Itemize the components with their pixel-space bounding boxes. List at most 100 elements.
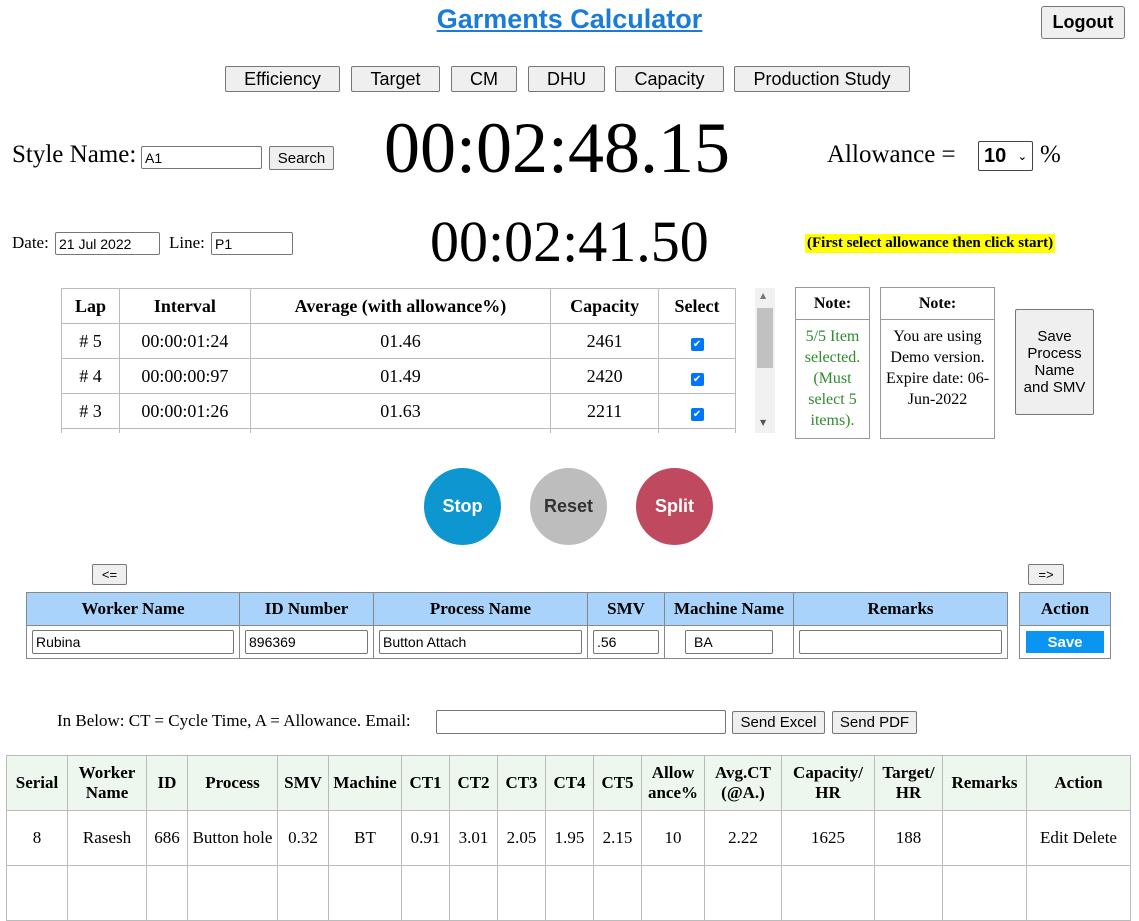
lap-average: 01.46 [249, 323, 552, 359]
line-input[interactable]: P1 [211, 232, 293, 255]
machine-name-input[interactable]: BA [685, 630, 773, 654]
next-button[interactable]: => [1028, 564, 1064, 585]
records-header-allowance: Allow ance% [641, 755, 705, 811]
send-pdf-button[interactable]: Send PDF [832, 711, 917, 734]
header-action: Action [1019, 592, 1111, 626]
save-process-button[interactable]: Save Process Name and SMV [1015, 309, 1094, 415]
records-header-machine: Machine [328, 755, 402, 811]
lap-select-checkbox[interactable]: ✔ [658, 358, 736, 394]
tab-efficiency[interactable]: Efficiency [225, 66, 340, 92]
email-label: In Below: CT = Cycle Time, A = Allowance… [57, 711, 411, 730]
record-id: 686 [146, 810, 188, 866]
record-ct2: 3.01 [449, 810, 498, 866]
id-number-input[interactable]: 896369 [245, 630, 368, 654]
header-id-number: ID Number [239, 592, 374, 626]
table-row: # 4 00:00:00:97 01.49 2420 ✔ [61, 358, 736, 394]
lap-capacity: 2461 [550, 323, 660, 359]
record-target: 188 [874, 810, 943, 866]
record-machine: BT [328, 810, 402, 866]
tab-cm[interactable]: CM [451, 66, 517, 92]
header-worker-name: Worker Name [26, 592, 240, 626]
lap-average: 01.49 [249, 358, 552, 394]
tab-production-study[interactable]: Production Study [734, 66, 910, 92]
lap-number: # 4 [61, 358, 120, 394]
record-actions: Edit Delete [1026, 810, 1131, 866]
record-avg-ct: 2.22 [704, 810, 782, 866]
logout-button[interactable]: Logout [1041, 6, 1125, 39]
remarks-input[interactable] [799, 630, 1002, 654]
header-remarks: Remarks [793, 592, 1008, 626]
allowance-hint: (First select allowance then click start… [805, 234, 1056, 253]
record-ct5: 2.15 [593, 810, 642, 866]
prev-button[interactable]: <= [92, 564, 127, 585]
allowance-select[interactable]: 10 ⌄ [978, 141, 1033, 171]
records-header-remarks: Remarks [942, 755, 1027, 811]
record-ct1: 0.91 [401, 810, 450, 866]
date-label: Date: [12, 233, 49, 252]
chevron-down-icon: ⌄ [1017, 149, 1027, 163]
table-row: # 5 00:00:01:24 01.46 2461 ✔ [61, 323, 736, 359]
worker-action-table: Action Save [1019, 592, 1111, 659]
checkmark-icon: ✔ [690, 337, 704, 351]
laps-table-container: Lap Interval Average (with allowance%) C… [61, 288, 736, 433]
checkmark-icon: ✔ [690, 372, 704, 386]
laps-table: Lap Interval Average (with allowance%) C… [61, 288, 736, 433]
records-header-ct5: CT5 [593, 755, 642, 811]
lap-interval: 00:00:00:97 [118, 358, 251, 394]
laps-header-interval: Interval [118, 288, 251, 324]
records-header-ct4: CT4 [545, 755, 594, 811]
allowance-label: Allowance = [827, 141, 956, 168]
scrollbar-thumb[interactable] [757, 308, 773, 368]
tab-target[interactable]: Target [351, 66, 440, 92]
worker-form-table: Worker Name ID Number Process Name SMV M… [26, 592, 1008, 659]
record-process: Button hole [187, 810, 278, 866]
header-machine-name: Machine Name [664, 592, 794, 626]
table-row: 8 Rasesh 686 Button hole 0.32 BT 0.91 3.… [6, 810, 1131, 866]
note-text: 5/5 Item selected. (Must select 5 items)… [804, 328, 861, 429]
scroll-up-icon[interactable]: ▲ [760, 291, 766, 300]
send-excel-button[interactable]: Send Excel [732, 711, 825, 734]
scroll-down-icon[interactable]: ▼ [760, 418, 766, 427]
lap-number: # 3 [61, 393, 120, 429]
search-button[interactable]: Search [269, 146, 334, 170]
save-button[interactable]: Save [1026, 631, 1104, 653]
lap-average: 01.63 [249, 393, 552, 429]
record-capacity: 1625 [781, 810, 875, 866]
record-ct3: 2.05 [497, 810, 546, 866]
records-header-target: Target/ HR [874, 755, 943, 811]
header-process-name: Process Name [373, 592, 588, 626]
main-timer: 00:02:48.15 [384, 108, 731, 188]
record-ct4: 1.95 [545, 810, 594, 866]
process-name-input[interactable]: Button Attach [379, 630, 582, 654]
record-remarks [942, 810, 1027, 866]
tab-dhu[interactable]: DHU [528, 66, 605, 92]
date-input[interactable]: 21 Jul 2022 [55, 232, 160, 255]
records-header-smv: SMV [277, 755, 329, 811]
allowance-value: 10 [984, 144, 1007, 167]
worker-name-input[interactable]: Rubina [32, 630, 234, 654]
lap-timer: 00:02:41.50 [430, 209, 709, 274]
records-header-worker-name: Worker Name [67, 755, 147, 811]
edit-link[interactable]: Edit [1040, 828, 1068, 847]
lap-interval: 00:00:01:26 [118, 393, 251, 429]
lap-select-checkbox[interactable]: ✔ [658, 323, 736, 359]
lap-capacity: 2211 [550, 393, 660, 429]
lap-number: # 5 [61, 323, 120, 359]
style-name-label: Style Name: [12, 141, 137, 168]
style-name-input[interactable]: A1 [141, 146, 262, 169]
laps-header-capacity: Capacity [550, 288, 660, 324]
split-button[interactable]: Split [636, 468, 713, 545]
smv-input[interactable]: .56 [593, 630, 659, 654]
reset-button[interactable]: Reset [530, 468, 607, 545]
lap-select-checkbox[interactable]: ✔ [658, 393, 736, 429]
tab-capacity[interactable]: Capacity [615, 66, 724, 92]
email-input[interactable] [436, 710, 726, 734]
record-allowance: 10 [641, 810, 705, 866]
delete-link[interactable]: Delete [1073, 828, 1117, 847]
stop-button[interactable]: Stop [424, 468, 501, 545]
laps-header-lap: Lap [61, 288, 120, 324]
records-header-serial: Serial [6, 755, 68, 811]
laps-scrollbar[interactable]: ▲ ▼ [755, 288, 775, 433]
allowance-unit: % [1040, 141, 1061, 168]
page-title[interactable]: Garments Calculator [0, 4, 1139, 35]
